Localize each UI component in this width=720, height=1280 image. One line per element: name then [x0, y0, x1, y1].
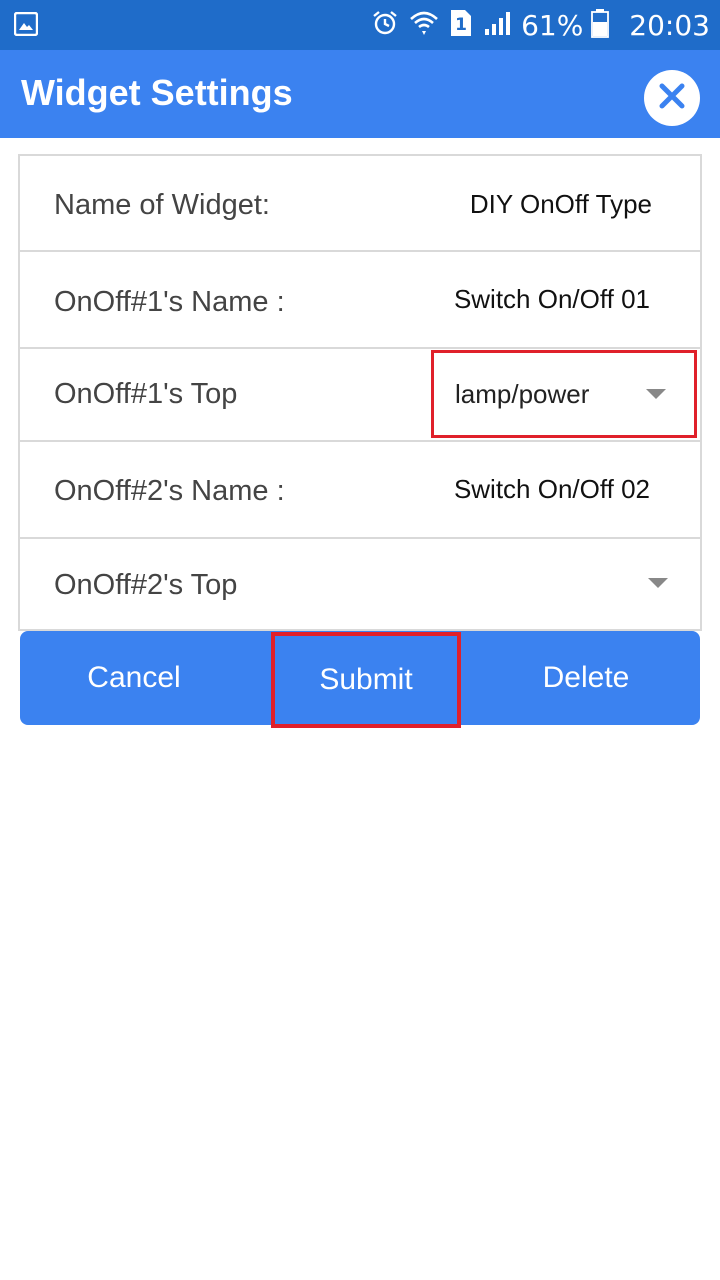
wifi-icon	[409, 9, 439, 42]
status-icons: 1 61% 20:03	[371, 0, 710, 50]
signal-icon	[483, 9, 511, 42]
onoff1-topic-selected: lamp/power	[455, 379, 590, 409]
dropdown-arrow-icon[interactable]	[648, 578, 668, 588]
battery-icon	[591, 8, 610, 43]
widget-settings-form: Name of Widget: DIY OnOff Type OnOff#1's…	[18, 154, 702, 631]
onoff2-name-row: OnOff#2's Name : Switch On/Off 02	[20, 442, 700, 539]
onoff1-topic-dropdown[interactable]: lamp/power	[431, 350, 697, 438]
onoff1-topic-row: OnOff#1's Top lamp/power	[20, 349, 700, 442]
widget-name-field[interactable]: DIY OnOff Type	[470, 189, 652, 220]
gallery-icon	[13, 11, 39, 37]
alarm-icon	[371, 9, 399, 42]
cancel-button[interactable]: Cancel	[20, 631, 248, 725]
widget-name-row: Name of Widget: DIY OnOff Type	[20, 156, 700, 252]
close-button[interactable]	[644, 70, 700, 126]
svg-text:1: 1	[455, 15, 467, 35]
close-icon	[657, 81, 687, 116]
dropdown-arrow-icon	[646, 389, 666, 399]
onoff1-name-field[interactable]: Switch On/Off 01	[454, 284, 650, 315]
onoff2-topic-row[interactable]: OnOff#2's Top	[20, 539, 700, 629]
onoff2-name-field[interactable]: Switch On/Off 02	[454, 474, 650, 505]
status-bar: 1 61% 20:03	[0, 0, 720, 50]
page-title: Widget Settings	[21, 72, 293, 113]
onoff1-name-row: OnOff#1's Name : Switch On/Off 01	[20, 252, 700, 349]
onoff1-name-label: OnOff#1's Name :	[54, 286, 285, 318]
widget-name-label: Name of Widget:	[54, 189, 270, 221]
onoff1-topic-label: OnOff#1's Top	[54, 378, 238, 410]
submit-button[interactable]: Submit	[271, 632, 461, 728]
action-bar: Cancel Submit Delete	[20, 631, 700, 728]
delete-button[interactable]: Delete	[472, 631, 700, 725]
onoff2-name-label: OnOff#2's Name :	[54, 475, 285, 507]
app-bar: Widget Settings	[0, 50, 720, 138]
sim-icon: 1	[449, 8, 473, 43]
onoff2-topic-label: OnOff#2's Top	[54, 569, 238, 601]
clock: 20:03	[629, 8, 710, 42]
battery-percent: 61%	[521, 8, 584, 42]
